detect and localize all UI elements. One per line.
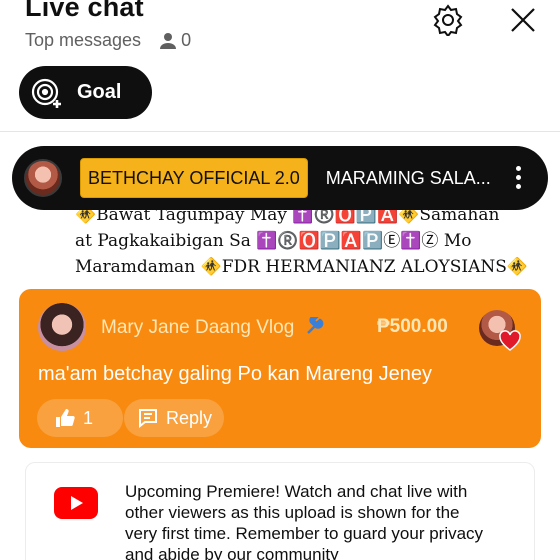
viewer-count: 0 (181, 30, 192, 50)
more-vert-icon[interactable] (516, 166, 522, 190)
chat-mode-row[interactable]: Top messages 0 (25, 30, 191, 51)
like-count: 1 (83, 407, 94, 428)
reply-label: Reply (166, 407, 213, 428)
chat-message-text: 🚸Bawat Tagumpay May ✝️®️🅾️🅿️🅰️🚸Samahan a… (75, 202, 535, 280)
chat-mode-label[interactable]: Top messages (25, 30, 141, 51)
chat-message-line: at Pagkakaibigan Sa ✝️®️🅾️🅿️🅰️🅿️Ⓔ✝️Ⓩ Mo (75, 231, 472, 251)
pinned-message-text: MARAMING SALA... (325, 167, 491, 188)
like-button[interactable]: 1 (37, 399, 123, 437)
person-icon (159, 32, 177, 50)
chat-message-line: Maramdaman 🚸FDR HERMANIANZ ALOYSIANS🚸 (75, 257, 529, 277)
super-chat-message: ma'am betchay galing Po kan Mareng Jeney (38, 363, 433, 385)
goal-label: Goal (77, 81, 122, 103)
heart-icon (499, 330, 521, 352)
chat-feed[interactable]: BETHCHAY OFFICIAL 2.0 MARAMING SALA... 🚸… (0, 132, 560, 560)
notice-text: Upcoming Premiere! Watch and chat live w… (125, 482, 484, 560)
author-name[interactable]: Mary Jane Daang Vlog (101, 317, 294, 338)
avatar[interactable] (38, 303, 86, 351)
youtube-icon (54, 487, 98, 519)
super-chat-author[interactable]: Mary Jane Daang Vlog (101, 314, 324, 339)
super-chat-amount: ₱500.00 (377, 316, 448, 337)
close-icon[interactable] (507, 4, 539, 36)
reply-button[interactable]: Reply (124, 399, 224, 437)
reply-icon (139, 409, 157, 428)
pinned-message-banner[interactable]: BETHCHAY OFFICIAL 2.0 MARAMING SALA... (12, 146, 548, 210)
super-chat-card[interactable]: Mary Jane Daang Vlog ₱500.00 ma'am betch… (19, 289, 541, 448)
thumbs-up-icon (56, 409, 75, 427)
premiere-notice: Upcoming Premiere! Watch and chat live w… (25, 462, 535, 560)
chat-header: Live chat Top messages 0 Goal (0, 0, 560, 132)
goal-button[interactable]: Goal (19, 66, 152, 119)
goal-target-icon (29, 76, 63, 110)
pinned-author-badge: BETHCHAY OFFICIAL 2.0 (80, 158, 308, 198)
settings-gear-icon[interactable] (432, 4, 464, 38)
wrench-icon (306, 314, 324, 335)
page-title: Live chat (25, 0, 144, 22)
avatar[interactable] (24, 159, 62, 197)
